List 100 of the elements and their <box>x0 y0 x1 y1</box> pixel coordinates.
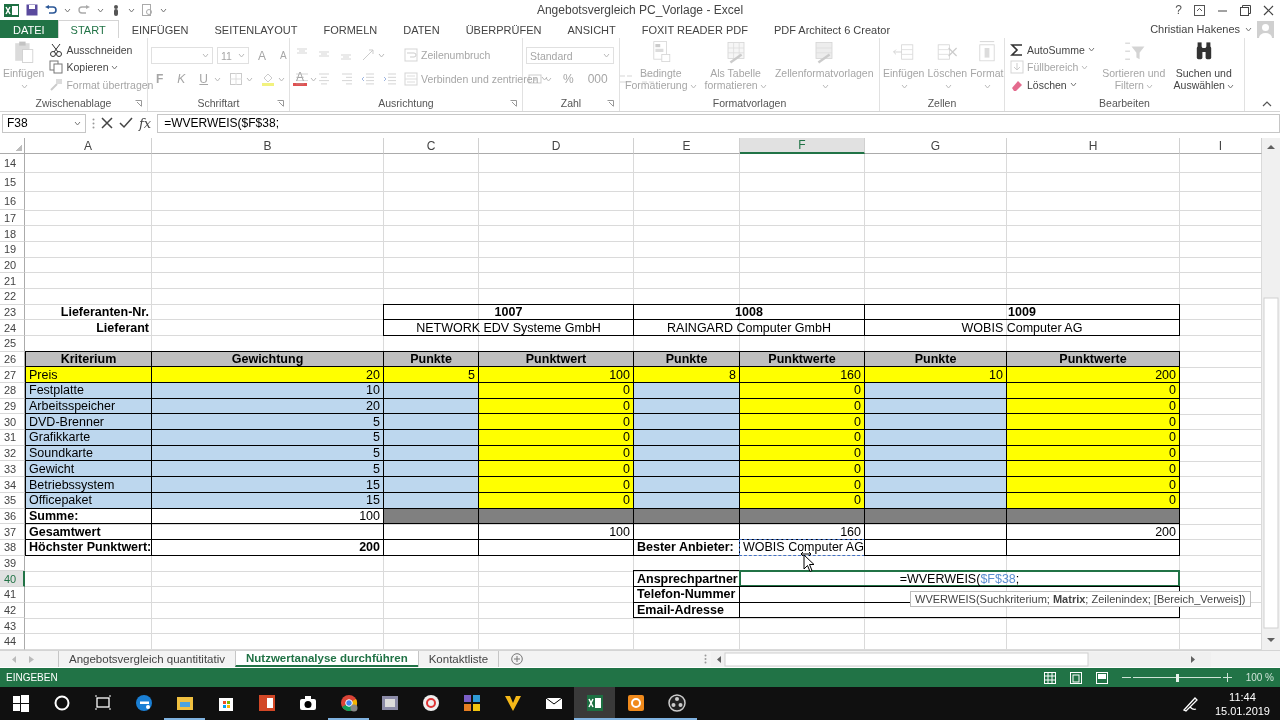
splitter-icon[interactable] <box>704 654 708 665</box>
save-icon[interactable] <box>26 4 38 16</box>
column-header[interactable]: C <box>384 138 479 155</box>
recording-circle-icon <box>665 691 688 714</box>
table-cell: 0 <box>1006 476 1180 493</box>
zoom-slider[interactable] <box>1132 672 1221 683</box>
table-cell: Festplatte <box>25 382 152 399</box>
caret-icon <box>1226 83 1234 89</box>
scroll-right-icon[interactable] <box>29 655 34 663</box>
row-label: Email-Adresse <box>633 601 740 619</box>
sheet-tab[interactable]: Nutzwertanalyse durchführen <box>235 651 418 668</box>
ribbon-button[interactable]: Kopieren <box>47 59 121 75</box>
caret-icon <box>64 7 71 13</box>
table-cell[interactable]: WOBIS Computer AG <box>739 538 865 556</box>
table-cell: 15 <box>151 476 384 493</box>
table-cell: 10 <box>151 382 384 399</box>
table-cell: 0 <box>1006 382 1180 399</box>
table-cell: Betriebssystem <box>25 476 152 493</box>
dialog-launcher-icon[interactable] <box>510 100 517 107</box>
scroll-left-icon[interactable] <box>12 655 17 663</box>
page-break-icon[interactable] <box>1095 671 1108 684</box>
caret-icon <box>111 64 119 70</box>
caret-icon <box>21 83 29 89</box>
group-label: Zellen <box>927 97 957 109</box>
column-header[interactable]: F <box>740 138 865 155</box>
page-layout-icon[interactable] <box>1069 671 1082 684</box>
row-header[interactable]: 17 <box>0 210 25 227</box>
group-label: Zahl <box>560 97 582 109</box>
row-header[interactable]: 27 <box>0 367 25 384</box>
caret-icon <box>1069 82 1077 87</box>
row-label: Lieferant <box>95 320 150 336</box>
dialog-launcher-icon[interactable] <box>607 100 614 107</box>
row-header[interactable]: 33 <box>0 461 25 478</box>
ribbon-display-icon[interactable] <box>1194 4 1205 16</box>
ribbon-button[interactable]: AutoSumme <box>1008 41 1097 58</box>
mode-indicator: EINGEBEN <box>6 672 58 684</box>
caret-icon <box>689 83 697 89</box>
restore-icon[interactable] <box>1240 4 1251 16</box>
ribbon-button[interactable]: Suchen und Auswählen <box>1170 40 1237 91</box>
clock-time[interactable]: 11:44 <box>1229 689 1256 704</box>
caret-icon <box>1087 47 1095 52</box>
dialog-launcher-icon[interactable] <box>135 100 142 107</box>
column-header[interactable]: B <box>152 138 384 155</box>
formula-cell[interactable]: =WVERWEIS($F$38; <box>739 570 1180 587</box>
caret-icon <box>238 53 245 58</box>
scissors-icon[interactable] <box>49 42 64 57</box>
insert-function-button[interactable]: fx <box>139 116 152 131</box>
column-header[interactable]: E <box>634 138 740 155</box>
group-label: Formatvorlagen <box>712 97 787 109</box>
clock-date[interactable]: 15.01.2019 <box>1214 703 1270 718</box>
user-name[interactable]: Christian Hakenes <box>1150 23 1240 35</box>
row-header[interactable]: 40 <box>0 571 25 587</box>
collapse-ribbon-icon[interactable] <box>1262 100 1272 107</box>
vertical-scrollbar[interactable] <box>1262 138 1280 651</box>
row-header[interactable]: 43 <box>0 618 25 635</box>
column-header[interactable]: H <box>1007 138 1180 155</box>
row-label: Ansprechpartner <box>633 570 740 587</box>
zoom-in-icon[interactable] <box>1222 673 1232 683</box>
caret-icon <box>901 83 909 89</box>
caret-icon <box>1145 83 1153 89</box>
sheet-tab[interactable]: Kontaktliste <box>417 651 500 668</box>
table-cell: 0 <box>478 429 634 446</box>
window-title: Angebotsvergleich PC_Vorlage - Excel <box>536 3 744 17</box>
zoom-level[interactable]: 100 % <box>1245 672 1274 684</box>
undo-icon[interactable] <box>45 5 57 15</box>
row-header[interactable]: 37 <box>0 524 25 540</box>
name-box[interactable]: F38 <box>2 114 86 133</box>
table-cell: 0 <box>739 382 865 399</box>
print-preview-icon[interactable] <box>142 4 153 16</box>
group-label: Bearbeiten <box>1099 97 1150 109</box>
caret-icon <box>160 7 167 13</box>
function-tooltip: WVERWEIS(Suchkriterium; Matrix; Zeilenindex; [Bereich_Verweis]) <box>910 591 1251 608</box>
sigma-icon[interactable] <box>1010 42 1024 57</box>
caret-icon <box>378 52 385 58</box>
ribbon-button[interactable]: Ausschneiden <box>47 41 135 58</box>
caret-icon <box>74 121 81 126</box>
taskbar-app[interactable] <box>574 687 615 720</box>
normal-view-icon[interactable] <box>1043 671 1056 684</box>
table-cell: WOBIS Computer AG <box>864 319 1180 336</box>
row-header[interactable]: 30 <box>0 414 25 431</box>
cancel-icon[interactable] <box>101 117 113 130</box>
caret-icon <box>821 83 829 89</box>
enter-checkmark-icon[interactable] <box>119 117 133 130</box>
column-heading: 1007 <box>383 303 634 321</box>
select-all-button[interactable] <box>0 138 25 155</box>
file-tab[interactable]: DATEI <box>0 20 58 38</box>
column-header[interactable]: D <box>479 138 634 155</box>
touch-mode-icon[interactable] <box>111 4 121 16</box>
redo-icon[interactable] <box>78 5 90 15</box>
ribbon-button[interactable]: Löschen <box>1008 76 1079 93</box>
column-header[interactable]: A <box>25 138 152 155</box>
dialog-launcher-icon[interactable] <box>277 100 284 107</box>
close-icon[interactable] <box>1263 4 1274 16</box>
slider-thumb[interactable] <box>1175 673 1179 682</box>
formula-field[interactable]: =WVERWEIS($F$38; <box>157 114 1280 133</box>
column-header[interactable]: G <box>865 138 1007 155</box>
column-header[interactable]: I <box>1180 138 1262 155</box>
help-button[interactable]: ? <box>1175 3 1182 17</box>
add-sheet-icon[interactable] <box>511 653 524 666</box>
caret-icon <box>278 76 286 82</box>
